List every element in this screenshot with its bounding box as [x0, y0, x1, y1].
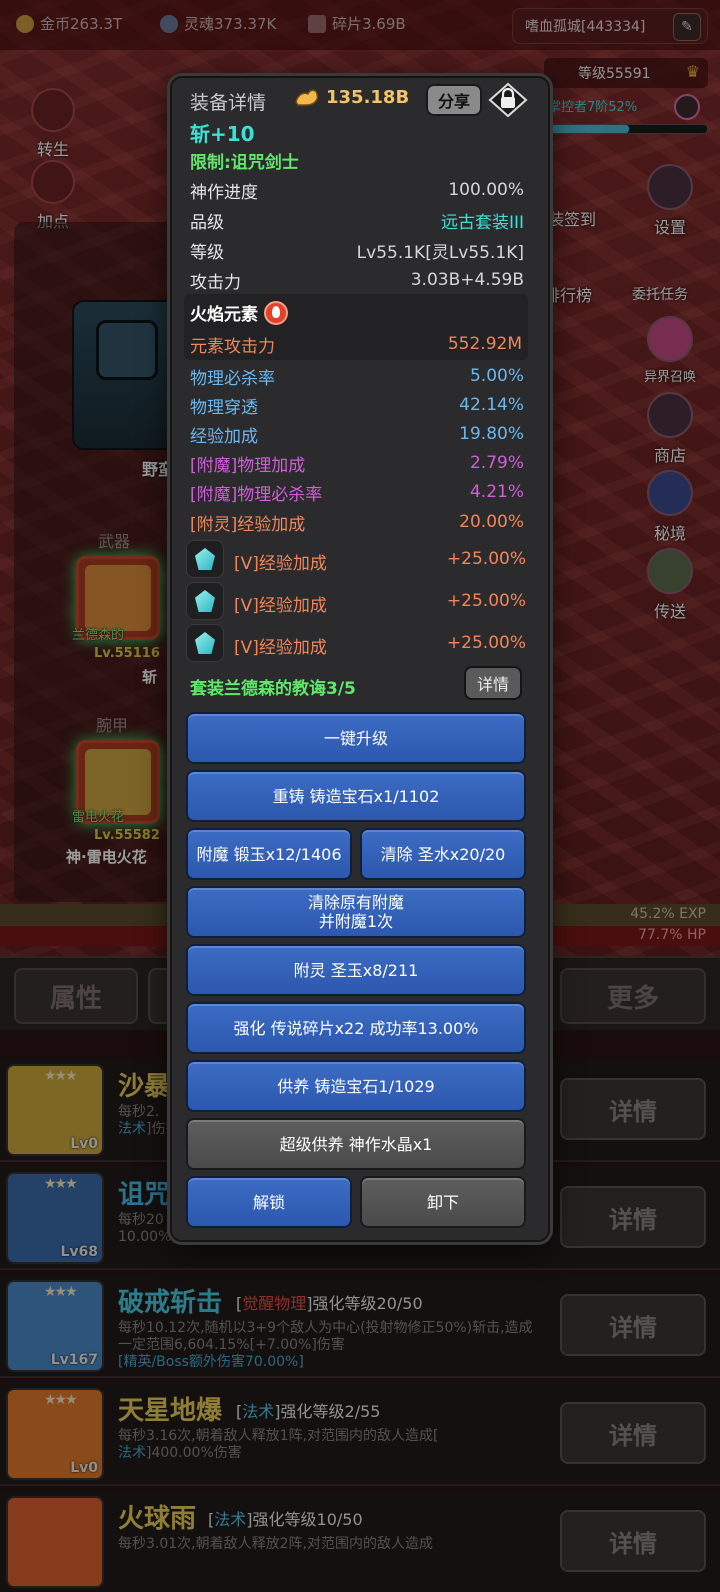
stat-value: 3.03B+4.59B	[410, 270, 524, 290]
super-offer-button[interactable]: 超级供养 神作水晶x1	[186, 1118, 526, 1170]
stat-key: 物理必杀率	[190, 368, 275, 389]
power-value: 135.18B	[326, 86, 410, 108]
unlock-button[interactable]: 解锁	[186, 1176, 352, 1228]
stat-row: 攻击力 3.03B+4.59B	[190, 266, 524, 294]
lock-icon[interactable]	[488, 82, 528, 118]
equipment-detail-modal: 装备详情 135.18B 分享 斩+10 限制:诅咒剑士 神作进度 100.00…	[170, 76, 550, 1242]
recast-button[interactable]: 重铸 铸造宝石x1/1102	[186, 770, 526, 822]
stat-row: 品级 远古套装III	[190, 206, 524, 234]
element-name: 火焰元素	[190, 305, 258, 325]
clear-and-enchant-line1: 清除原有附魔	[307, 893, 404, 912]
strengthen-button[interactable]: 强化 传说碎片x22 成功率13.00%	[186, 1002, 526, 1054]
stat-value: 2.79%	[469, 453, 524, 473]
stat-row: 神作进度 100.00%	[190, 176, 524, 204]
stat-row: 经验加成 19.80%	[190, 420, 524, 448]
offer-button[interactable]: 供养 铸造宝石1/1029	[186, 1060, 526, 1112]
stat-key: 等级	[190, 242, 224, 263]
clear-and-enchant-button[interactable]: 清除原有附魔 并附魔1次	[186, 886, 526, 938]
stat-value: 42.14%	[459, 395, 524, 415]
stat-key: [附魔]物理必杀率	[190, 484, 323, 505]
gem-socket-row: [V]经验加成 +25.00%	[186, 624, 526, 662]
share-button[interactable]: 分享	[426, 84, 482, 116]
stat-key: 品级	[190, 212, 224, 233]
element-section: 火焰元素 元素攻击力 552.92M	[184, 294, 528, 360]
stat-value: 4.21%	[469, 482, 524, 502]
clear-button[interactable]: 清除 圣水x20/20	[360, 828, 526, 880]
element-attack-row: 元素攻击力 552.92M	[190, 330, 522, 358]
muscle-arm-icon	[295, 89, 319, 106]
gem-stat-key: [V]经验加成	[234, 596, 327, 616]
gem-stat-value: +25.00%	[446, 549, 526, 569]
gem-icon[interactable]	[186, 582, 224, 620]
power-display: 135.18B	[294, 86, 409, 108]
stat-value: 19.80%	[459, 424, 524, 444]
stat-key: [附灵]经验加成	[190, 514, 306, 535]
gem-stat-value: +25.00%	[446, 633, 526, 653]
clear-and-enchant-line2: 并附魔1次	[318, 912, 394, 931]
gem-icon[interactable]	[186, 624, 224, 662]
gem-stat-value: +25.00%	[446, 591, 526, 611]
gem-socket-row: [V]经验加成 +25.00%	[186, 582, 526, 620]
gem-stat-key: [V]经验加成	[234, 554, 327, 574]
modal-header: 装备详情	[190, 92, 267, 114]
stat-row: 等级 Lv55.1K[灵Lv55.1K]	[190, 236, 524, 264]
stat-key: [附魔]物理加成	[190, 455, 306, 476]
unequip-button[interactable]: 卸下	[360, 1176, 526, 1228]
class-restriction: 限制:诅咒剑士	[190, 153, 299, 173]
stat-value: Lv55.1K[灵Lv55.1K]	[356, 242, 524, 263]
gem-stat-key: [V]经验加成	[234, 638, 327, 658]
element-title: 火焰元素	[190, 300, 288, 325]
stat-key: 神作进度	[190, 182, 258, 203]
stat-row: 物理穿透 42.14%	[190, 391, 524, 419]
set-bonus-label: 套装兰德森的教诲3/5	[190, 679, 356, 699]
stat-value: 5.00%	[469, 366, 524, 386]
set-detail-button[interactable]: 详情	[464, 666, 522, 700]
fire-icon	[264, 300, 288, 325]
spirit-attach-button[interactable]: 附灵 圣玉x8/211	[186, 944, 526, 996]
stat-row: 物理必杀率 5.00%	[190, 362, 524, 390]
stat-key: 经验加成	[190, 426, 258, 447]
element-attack-key: 元素攻击力	[190, 336, 275, 357]
equipment-title: 斩+10	[190, 122, 255, 146]
element-attack-value: 552.92M	[447, 334, 522, 354]
stat-value: 远古套装III	[440, 212, 524, 233]
stat-row: [附灵]经验加成 20.00%	[190, 508, 524, 536]
one-key-upgrade-button[interactable]: 一键升级	[186, 712, 526, 764]
enchant-button[interactable]: 附魔 锻玉x12/1406	[186, 828, 352, 880]
stat-value: 100.00%	[448, 180, 524, 200]
gem-socket-row: [V]经验加成 +25.00%	[186, 540, 526, 578]
stat-value: 20.00%	[459, 512, 524, 532]
stat-key: 攻击力	[190, 272, 241, 293]
gem-icon[interactable]	[186, 540, 224, 578]
stat-key: 物理穿透	[190, 397, 258, 418]
stat-row: [附魔]物理加成 2.79%	[190, 449, 524, 477]
stat-row: [附魔]物理必杀率 4.21%	[190, 478, 524, 506]
